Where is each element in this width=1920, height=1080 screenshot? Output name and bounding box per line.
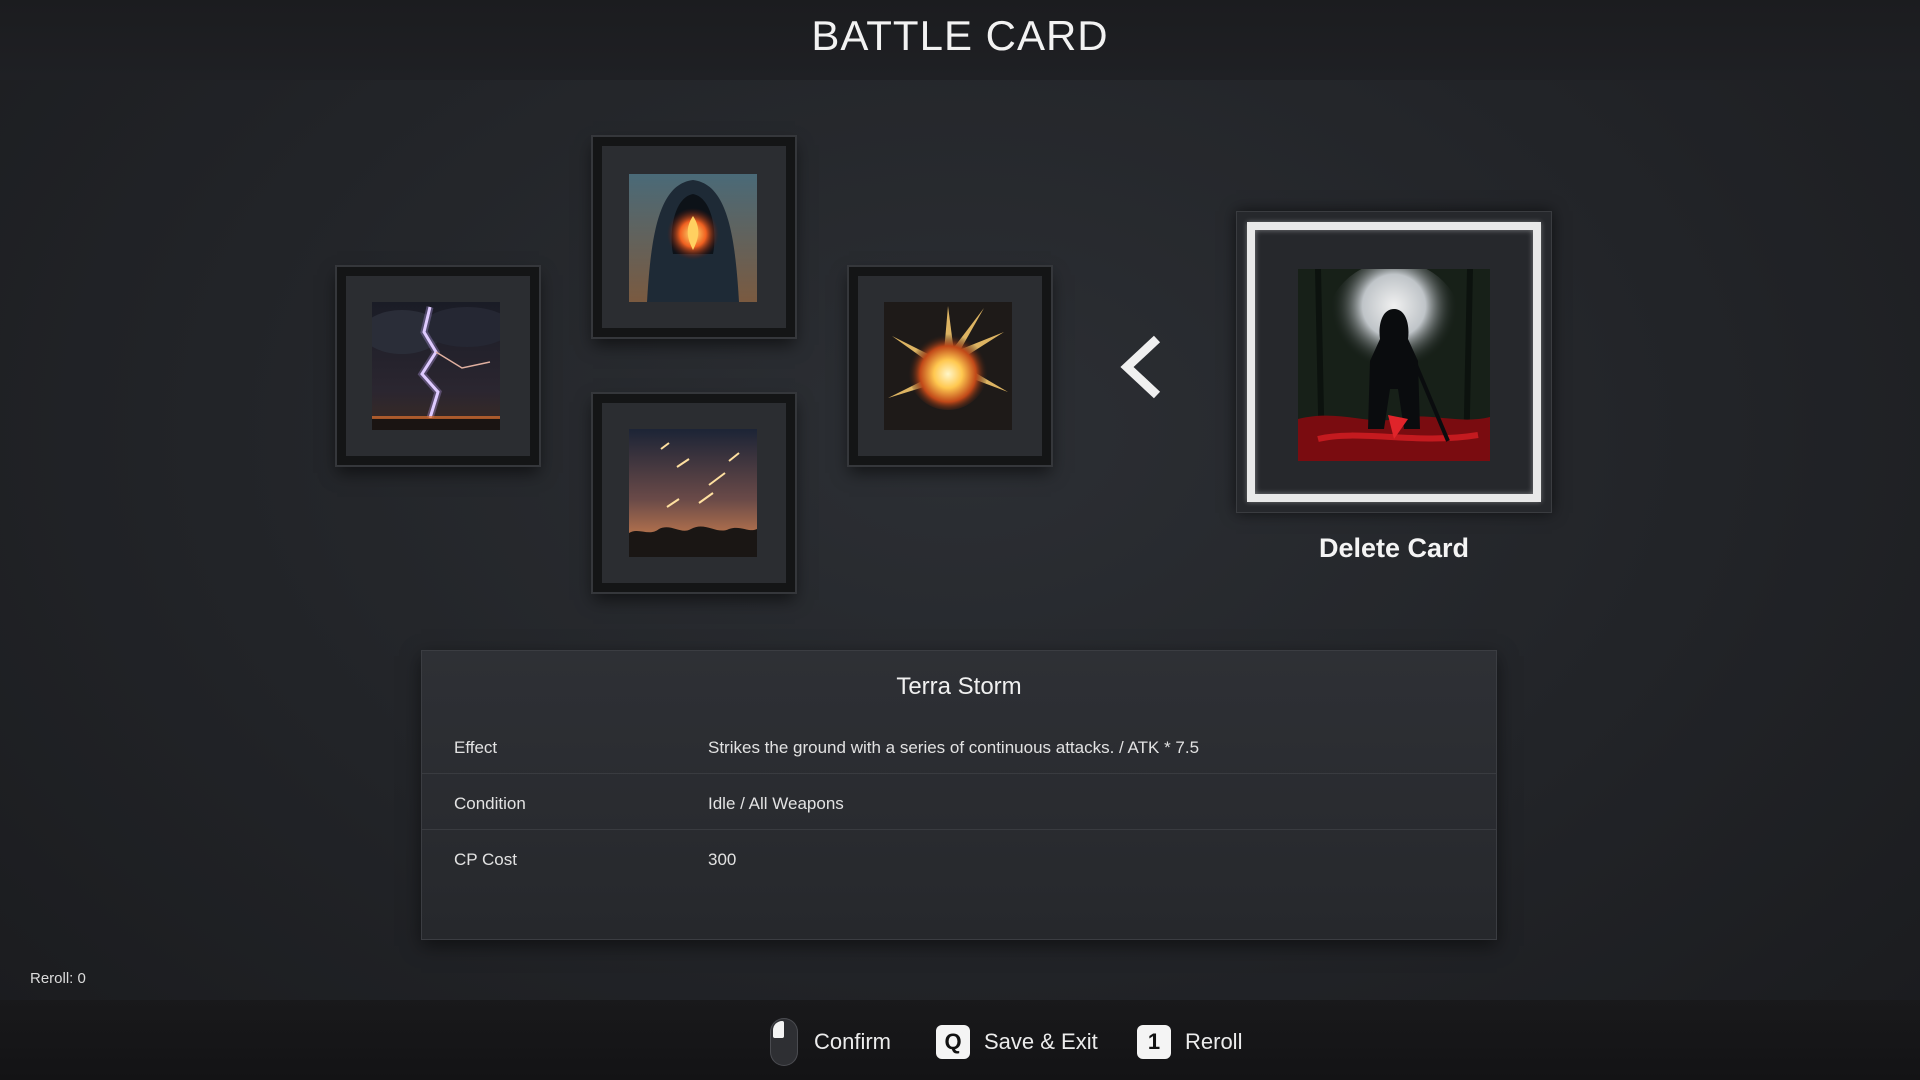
one-key-icon: 1 (1137, 1025, 1171, 1059)
detail-row-effect: Effect Strikes the ground with a series … (422, 717, 1496, 774)
detail-label: Condition (454, 794, 526, 813)
battle-card-meteor-shower[interactable] (593, 394, 795, 592)
top-bar: BATTLE CARD (0, 0, 1920, 80)
card-details-panel: Terra Storm Effect Strikes the ground wi… (421, 650, 1497, 940)
detail-label: CP Cost (454, 850, 517, 869)
meteor-shower-art (629, 429, 757, 557)
page-title: BATTLE CARD (811, 12, 1109, 59)
detail-row-condition: Condition Idle / All Weapons (422, 773, 1496, 830)
detail-value: Strikes the ground with a series of cont… (708, 738, 1200, 757)
detail-label: Effect (454, 738, 498, 757)
detail-value: Idle / All Weapons (708, 794, 844, 813)
save-exit-label: Save & Exit (984, 1029, 1098, 1054)
chevron-left-icon (1120, 335, 1161, 399)
battle-card-hooded-figure[interactable] (593, 137, 795, 337)
reroll-counter: Reroll: 0 (30, 970, 86, 987)
reroll-button[interactable]: 1 Reroll (1137, 1022, 1242, 1062)
dark-knight-art (1298, 269, 1490, 461)
fiery-explosion-art (884, 302, 1012, 430)
lightning-storm-art (372, 302, 500, 430)
card-name: Terra Storm (896, 673, 1022, 700)
save-exit-button[interactable]: Q Save & Exit (936, 1022, 1098, 1062)
reroll-label: Reroll (1185, 1029, 1243, 1054)
detail-value: 300 (708, 850, 737, 869)
confirm-label: Confirm (814, 1029, 892, 1054)
delete-card-label: Delete Card (1318, 533, 1470, 563)
confirm-button[interactable]: Confirm (770, 1018, 892, 1066)
mouse-left-click-icon (770, 1018, 798, 1066)
q-key-icon: Q (936, 1025, 970, 1059)
hooded-fire-figure-art (629, 174, 757, 302)
detail-row-cp-cost: CP Cost 300 (422, 829, 1496, 885)
battle-card-lightning[interactable] (337, 267, 539, 465)
battle-card-explosion[interactable] (849, 267, 1051, 465)
delete-card-slot[interactable] (1236, 211, 1552, 513)
